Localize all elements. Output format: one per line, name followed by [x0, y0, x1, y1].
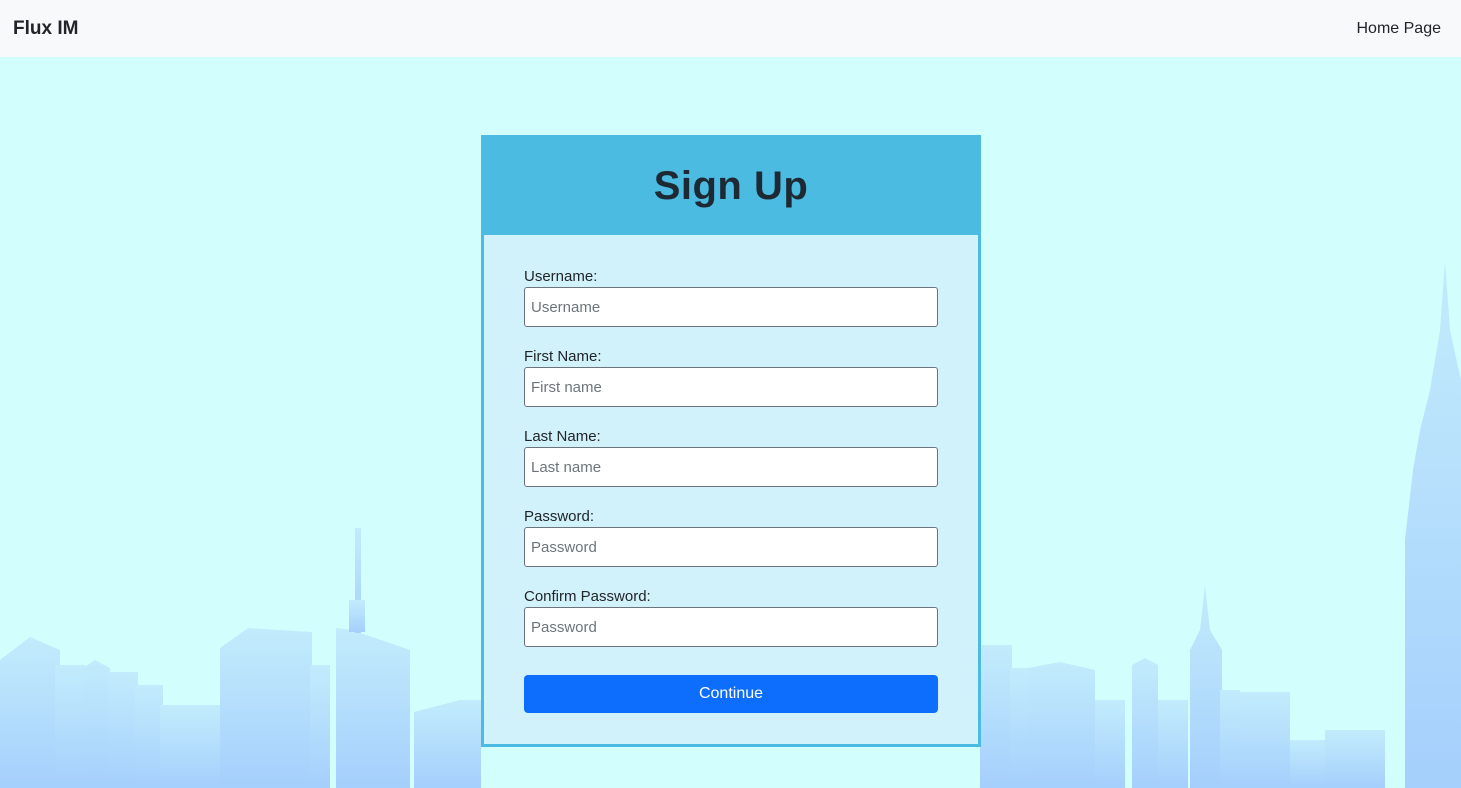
confirm-password-field-group: Confirm Password:: [524, 587, 938, 647]
password-input[interactable]: [524, 527, 938, 567]
first-name-field-group: First Name:: [524, 347, 938, 407]
last-name-field-group: Last Name:: [524, 427, 938, 487]
username-field-group: Username:: [524, 267, 938, 327]
first-name-label: First Name:: [524, 348, 602, 365]
confirm-password-label: Confirm Password:: [524, 588, 651, 605]
first-name-input[interactable]: [524, 367, 938, 407]
username-label: Username:: [524, 268, 598, 285]
password-field-group: Password:: [524, 507, 938, 567]
username-input[interactable]: [524, 287, 938, 327]
home-page-link[interactable]: Home Page: [1357, 20, 1442, 38]
signup-card: Sign Up Username: First Name: Last Name:…: [481, 135, 981, 747]
last-name-input[interactable]: [524, 447, 938, 487]
password-label: Password:: [524, 508, 595, 525]
confirm-password-input[interactable]: [524, 607, 938, 647]
navbar: Flux IM Home Page: [0, 0, 1461, 57]
continue-button[interactable]: Continue: [524, 675, 938, 713]
signup-card-header: Sign Up: [484, 138, 978, 235]
page-title: Sign Up: [653, 164, 809, 208]
signup-form: Username: First Name: Last Name: Passwor…: [484, 235, 978, 713]
last-name-label: Last Name:: [524, 428, 601, 445]
brand-logo[interactable]: Flux IM: [13, 18, 78, 40]
